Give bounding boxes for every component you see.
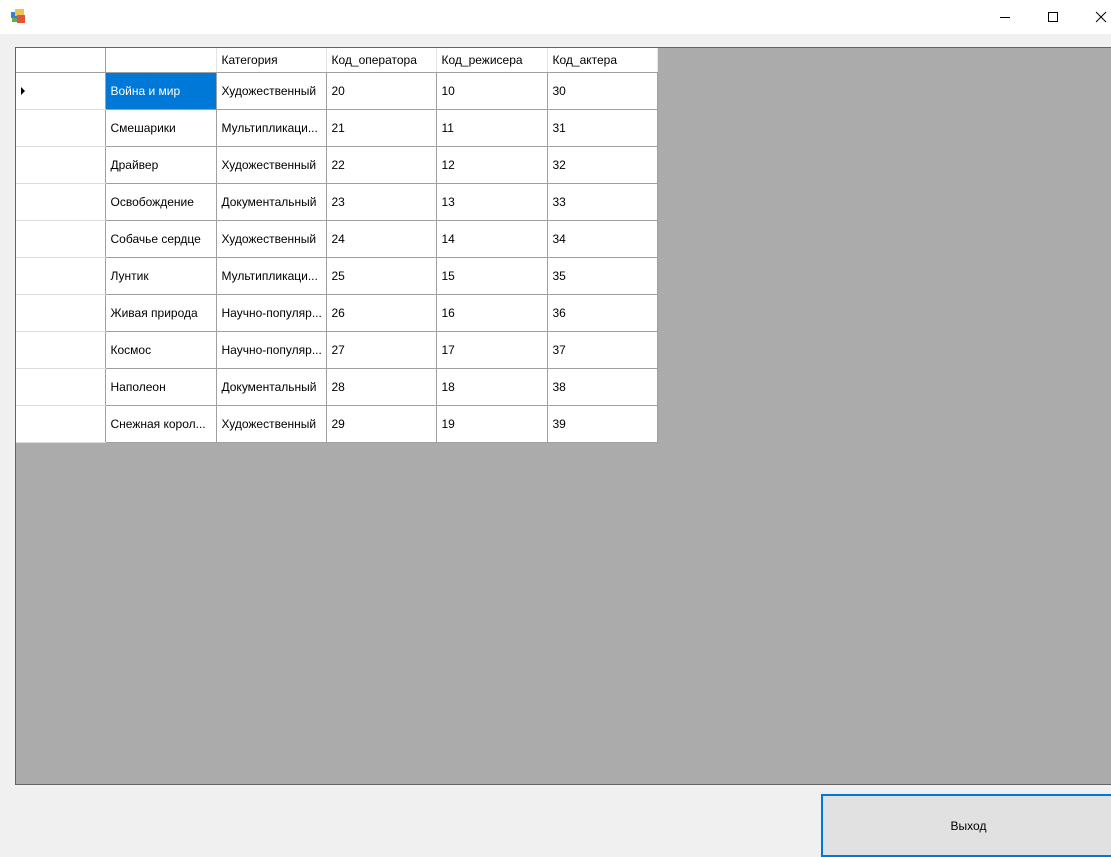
- table-cell[interactable]: Документальный: [216, 183, 327, 221]
- table-cell[interactable]: Смешарики: [105, 109, 217, 147]
- table-cell[interactable]: 27: [326, 331, 437, 369]
- row-header-cell[interactable]: [16, 331, 106, 369]
- table-cell[interactable]: Живая природа: [105, 294, 217, 332]
- table-cell[interactable]: 38: [547, 368, 658, 406]
- table-cell[interactable]: 14: [436, 220, 548, 258]
- top-left-header-cell[interactable]: [16, 48, 106, 73]
- table-cell[interactable]: 21: [326, 109, 437, 147]
- table-row[interactable]: Освобождение Документальный 23 13 33: [16, 183, 658, 221]
- maximize-button[interactable]: [1030, 0, 1076, 34]
- table-body: Война и мир Художественный 20 10 30 Смешарики…: [16, 72, 658, 443]
- column-header[interactable]: Код_актера: [547, 48, 658, 73]
- table-cell[interactable]: 31: [547, 109, 658, 147]
- table-cell[interactable]: 25: [326, 257, 437, 295]
- table-cell[interactable]: 15: [436, 257, 548, 295]
- maximize-icon: [1048, 12, 1058, 22]
- current-row-arrow-icon: [21, 87, 25, 96]
- table-cell[interactable]: 23: [326, 183, 437, 221]
- column-header[interactable]: Код_режисера: [436, 48, 548, 73]
- table-cell[interactable]: 29: [326, 405, 437, 443]
- table-row[interactable]: Космос Научно-популяр... 27 17 37: [16, 331, 658, 369]
- table-cell[interactable]: 32: [547, 146, 658, 184]
- table-cell[interactable]: 39: [547, 405, 658, 443]
- close-icon: [1095, 11, 1107, 23]
- table-row[interactable]: Лунтик Мультипликаци... 25 15 35: [16, 257, 658, 295]
- row-header-cell[interactable]: [16, 72, 106, 110]
- table-cell[interactable]: 30: [547, 72, 658, 110]
- row-header-cell[interactable]: [16, 146, 106, 184]
- row-header-cell[interactable]: [16, 183, 106, 221]
- column-header[interactable]: Код_оператора: [326, 48, 437, 73]
- table-cell[interactable]: 35: [547, 257, 658, 295]
- table-cell[interactable]: Мультипликаци...: [216, 109, 327, 147]
- table-cell[interactable]: 10: [436, 72, 548, 110]
- table-cell[interactable]: Мультипликаци...: [216, 257, 327, 295]
- table-cell[interactable]: Художественный: [216, 146, 327, 184]
- table-cell[interactable]: 19: [436, 405, 548, 443]
- header-row: Категория Код_оператора Код_режисера Код…: [16, 48, 658, 73]
- table-cell[interactable]: Научно-популяр...: [216, 331, 327, 369]
- table-row[interactable]: Смешарики Мультипликаци... 21 11 31: [16, 109, 658, 147]
- minimize-icon: [1000, 17, 1010, 18]
- table-cell[interactable]: Научно-популяр...: [216, 294, 327, 332]
- table-cell[interactable]: 37: [547, 331, 658, 369]
- data-table: Категория Код_оператора Код_режисера Код…: [16, 48, 658, 443]
- table-row[interactable]: Снежная корол... Художественный 29 19 39: [16, 405, 658, 443]
- row-header-cell[interactable]: [16, 257, 106, 295]
- row-header-cell[interactable]: [16, 405, 106, 443]
- table-cell[interactable]: 24: [326, 220, 437, 258]
- table-cell[interactable]: 26: [326, 294, 437, 332]
- table-row[interactable]: Драйвер Художественный 22 12 32: [16, 146, 658, 184]
- table-cell[interactable]: 36: [547, 294, 658, 332]
- data-grid-view[interactable]: Категория Код_оператора Код_режисера Код…: [15, 47, 1111, 785]
- table-cell[interactable]: Лунтик: [105, 257, 217, 295]
- table-cell[interactable]: Освобождение: [105, 183, 217, 221]
- table-cell[interactable]: 28: [326, 368, 437, 406]
- table-row[interactable]: Наполеон Документальный 28 18 38: [16, 368, 658, 406]
- table-cell[interactable]: Война и мир: [105, 72, 217, 110]
- exit-button[interactable]: Выход: [821, 794, 1111, 857]
- table-cell[interactable]: Космос: [105, 331, 217, 369]
- close-button[interactable]: [1078, 0, 1111, 34]
- table-cell[interactable]: Художественный: [216, 220, 327, 258]
- table-cell[interactable]: Художественный: [216, 405, 327, 443]
- row-header-cell[interactable]: [16, 368, 106, 406]
- title-bar[interactable]: [0, 0, 1111, 34]
- main-window: Категория Код_оператора Код_режисера Код…: [0, 0, 1111, 857]
- table-cell[interactable]: Наполеон: [105, 368, 217, 406]
- table-cell[interactable]: 18: [436, 368, 548, 406]
- minimize-button[interactable]: [982, 0, 1028, 34]
- table-cell[interactable]: 11: [436, 109, 548, 147]
- table-cell[interactable]: Драйвер: [105, 146, 217, 184]
- table-cell[interactable]: 17: [436, 331, 548, 369]
- table-cell[interactable]: 13: [436, 183, 548, 221]
- table-cell[interactable]: 33: [547, 183, 658, 221]
- table-cell[interactable]: Художественный: [216, 72, 327, 110]
- table-cell[interactable]: 12: [436, 146, 548, 184]
- table-cell[interactable]: 20: [326, 72, 437, 110]
- table-cell[interactable]: Снежная корол...: [105, 405, 217, 443]
- app-icon: [11, 9, 25, 23]
- row-header-cell[interactable]: [16, 109, 106, 147]
- table-cell[interactable]: 34: [547, 220, 658, 258]
- column-header[interactable]: [105, 48, 217, 73]
- table-cell[interactable]: Документальный: [216, 368, 327, 406]
- table-row[interactable]: Собачье сердце Художественный 24 14 34: [16, 220, 658, 258]
- column-header[interactable]: Категория: [216, 48, 327, 73]
- row-header-cell[interactable]: [16, 220, 106, 258]
- table-cell[interactable]: 16: [436, 294, 548, 332]
- table-cell[interactable]: 22: [326, 146, 437, 184]
- table-cell[interactable]: Собачье сердце: [105, 220, 217, 258]
- table-row[interactable]: Война и мир Художественный 20 10 30: [16, 72, 658, 110]
- row-header-cell[interactable]: [16, 294, 106, 332]
- table-row[interactable]: Живая природа Научно-популяр... 26 16 36: [16, 294, 658, 332]
